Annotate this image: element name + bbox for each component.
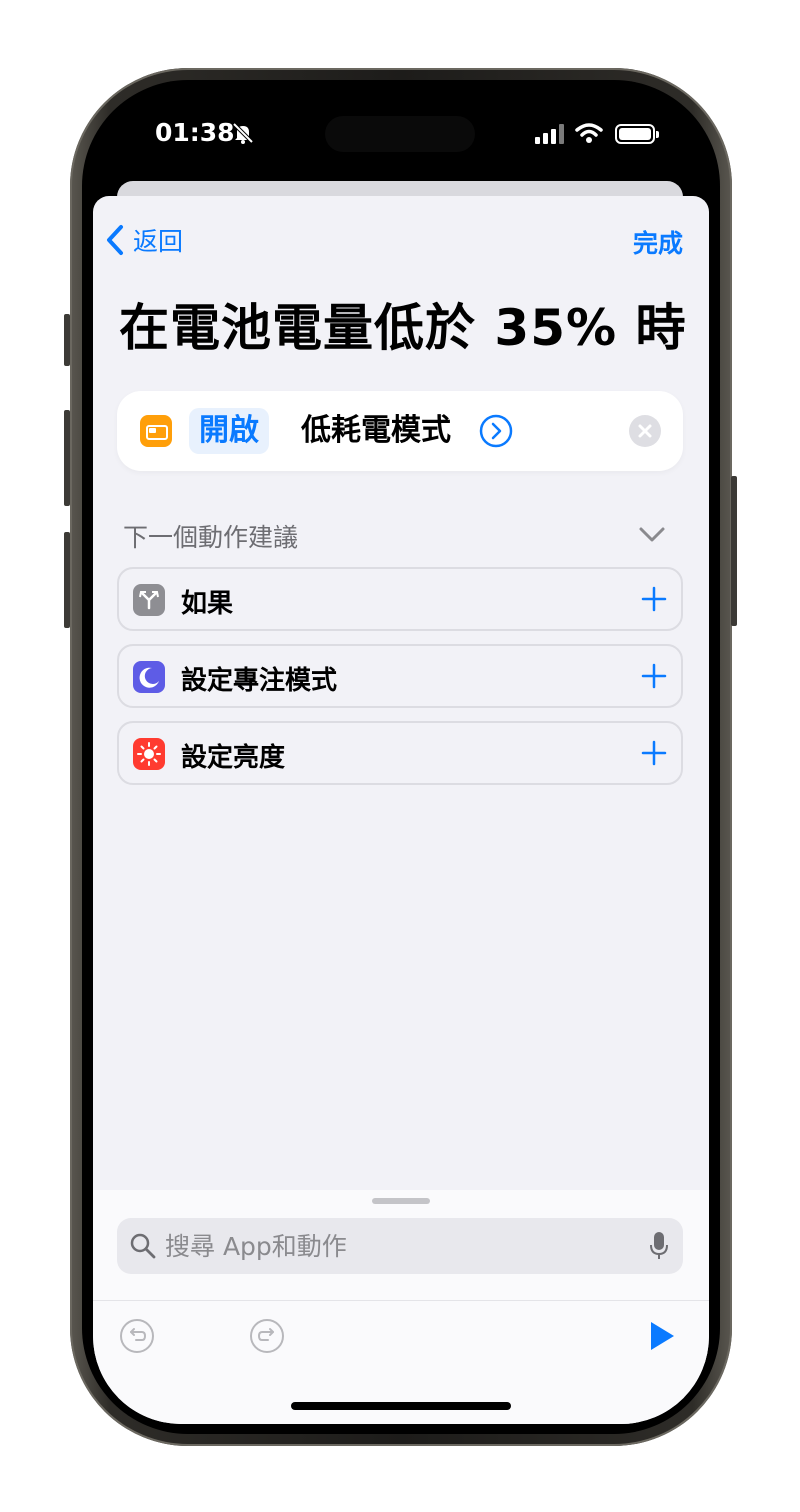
redo-icon[interactable] bbox=[249, 1318, 285, 1354]
status-time: 01:38 bbox=[155, 118, 235, 147]
battery-app-icon bbox=[140, 415, 172, 447]
action-button bbox=[64, 314, 70, 366]
volume-down-button bbox=[64, 532, 70, 628]
done-button[interactable]: 完成 bbox=[633, 224, 683, 260]
branch-icon bbox=[133, 584, 165, 616]
toolbar-divider bbox=[93, 1300, 709, 1301]
sun-icon bbox=[133, 738, 165, 770]
sheet-grabber[interactable] bbox=[372, 1198, 430, 1204]
home-indicator[interactable] bbox=[291, 1402, 511, 1410]
remove-action-button[interactable] bbox=[629, 415, 661, 447]
chevron-right-circle-icon[interactable] bbox=[479, 414, 513, 448]
search-bar[interactable] bbox=[117, 1218, 683, 1274]
suggestion-item-brightness[interactable]: 設定亮度 bbox=[117, 721, 683, 785]
back-button[interactable]: 返回 bbox=[105, 222, 183, 258]
back-label: 返回 bbox=[133, 227, 184, 256]
chevron-left-icon bbox=[107, 225, 123, 255]
plus-icon[interactable] bbox=[641, 663, 667, 689]
suggestions-header: 下一個動作建議 bbox=[123, 523, 299, 552]
action-label: 低耗電模式 bbox=[301, 413, 451, 448]
suggestion-item-focus[interactable]: 設定專注模式 bbox=[117, 644, 683, 708]
action-card[interactable]: 開啟 低耗電模式 bbox=[117, 391, 683, 471]
play-icon[interactable] bbox=[648, 1320, 676, 1352]
moon-icon bbox=[133, 661, 165, 693]
search-icon bbox=[130, 1233, 156, 1259]
undo-icon[interactable] bbox=[119, 1318, 155, 1354]
plus-icon[interactable] bbox=[641, 586, 667, 612]
battery-icon bbox=[615, 124, 659, 144]
screen: 01:38 返回 完成 在電池電量低於 35% 時 開啟 低耗電模式 下一個動作… bbox=[93, 90, 709, 1424]
plus-icon[interactable] bbox=[641, 740, 667, 766]
dynamic-island bbox=[325, 116, 475, 152]
chevron-down-icon[interactable] bbox=[638, 526, 666, 544]
suggestion-label: 如果 bbox=[181, 589, 234, 619]
suggestion-label: 設定專注模式 bbox=[181, 666, 338, 696]
silent-bell-icon bbox=[232, 122, 254, 144]
cellular-signal-icon bbox=[535, 124, 564, 144]
close-icon bbox=[638, 424, 652, 438]
page-title: 在電池電量低於 35% 時 bbox=[119, 299, 687, 357]
suggestion-item-if[interactable]: 如果 bbox=[117, 567, 683, 631]
search-input[interactable] bbox=[165, 1228, 625, 1264]
action-parameter-toggle[interactable]: 開啟 bbox=[189, 408, 269, 454]
volume-up-button bbox=[64, 410, 70, 506]
wifi-icon bbox=[575, 123, 603, 143]
side-button bbox=[731, 476, 737, 626]
microphone-icon[interactable] bbox=[649, 1231, 669, 1261]
suggestion-label: 設定亮度 bbox=[181, 743, 286, 773]
